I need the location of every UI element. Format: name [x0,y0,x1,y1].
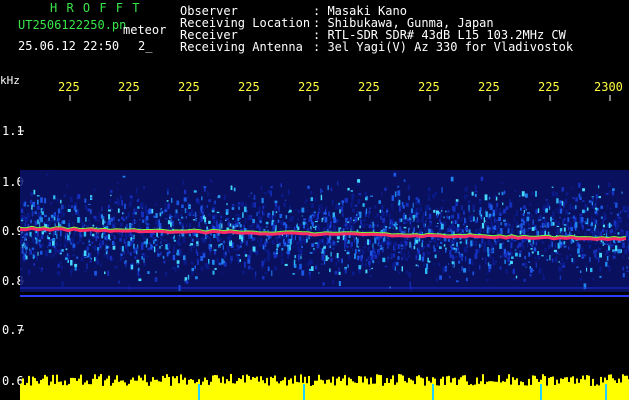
x-tick-marks [69,95,611,101]
x-tick: 225 [358,80,380,94]
x-tick: 225 [58,80,80,94]
x-tick: 225 [418,80,440,94]
x-tick: 225 [238,80,260,94]
x-tick: 225 [178,80,200,94]
app-brand: H R O F F T [50,1,141,15]
spectrogram [18,95,629,400]
noise-floor [20,374,629,400]
mode-label: meteor [123,23,167,37]
filename-label: UT2506122250.pn [18,18,127,32]
frame-label: 2_ [138,39,153,53]
x-tick: 225 [538,80,560,94]
timestamp-label: 25.06.12 22:50 [18,39,120,53]
axis-unit: kHz [0,74,20,87]
x-tick: 2300 [594,80,623,94]
antenna-label: Receiving Antenna [180,40,303,54]
x-tick: 225 [478,80,500,94]
antenna-value: : 3el Yagi(V) Az 330 for Vladivostok [313,40,574,54]
x-tick: 225 [118,80,140,94]
x-tick: 225 [298,80,320,94]
